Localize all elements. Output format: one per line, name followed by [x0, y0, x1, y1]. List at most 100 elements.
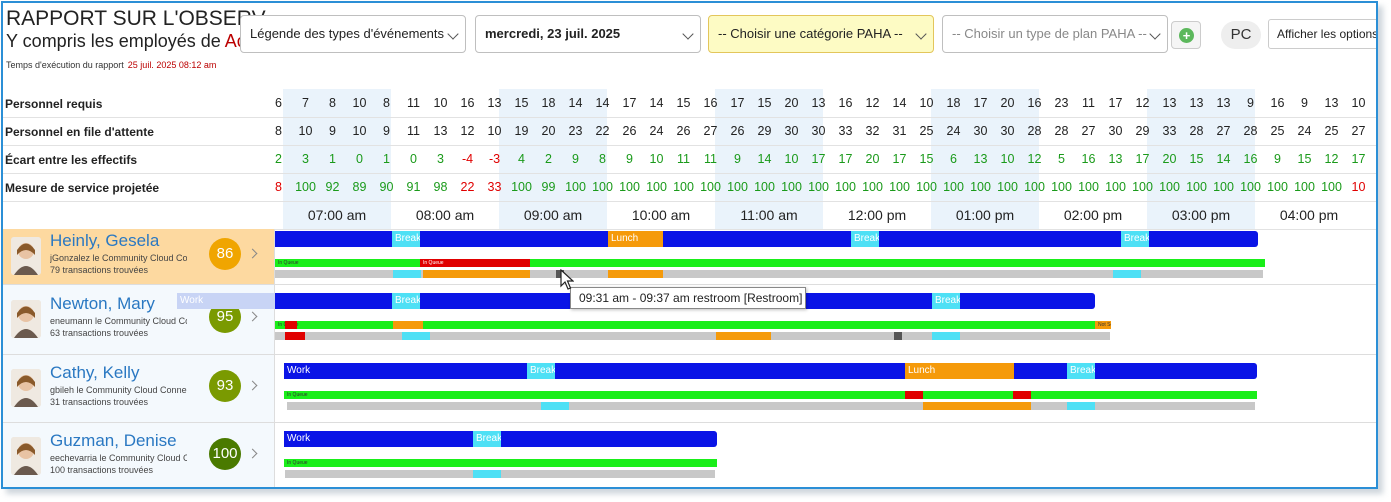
metric-cell-gap: 9 — [572, 152, 579, 166]
metric-cell-in-queue: 24 — [946, 124, 961, 138]
metric-cell-required: 17 — [973, 96, 988, 110]
metric-cell-service: 100 — [700, 180, 721, 194]
agent-row[interactable]: Guzman, Denise eechevarria le Community C… — [3, 423, 1376, 487]
metric-cell-required: 17 — [730, 96, 745, 110]
add-button[interactable]: + — [1171, 21, 1201, 49]
metric-cell-required: 17 — [622, 96, 637, 110]
paha-plan-select[interactable]: -- Choisir un type de plan PAHA -- — [942, 15, 1168, 53]
metric-cell-in-queue: 29 — [757, 124, 772, 138]
metric-cell-required: 16 — [1270, 96, 1285, 110]
metric-cell-gap: 12 — [1027, 152, 1042, 166]
metric-cell-required: 14 — [568, 96, 583, 110]
agent-transactions: 31 transactions trouvées — [50, 397, 149, 407]
timeline-segment-break[interactable]: Break — [392, 231, 420, 247]
timeline-segment-out-of_queue[interactable]: In Queue — [420, 259, 530, 267]
metric-cell-gap: 16 — [1081, 152, 1096, 166]
chevron-right-icon[interactable] — [247, 248, 258, 259]
event-legend-select[interactable]: Légende des types d'événements — [240, 15, 466, 53]
timeline-segment-break[interactable]: Break — [527, 363, 555, 379]
timeline-segment-worklight[interactable]: Work — [177, 293, 275, 309]
metric-cell-in-queue: 27 — [703, 124, 718, 138]
chevron-right-icon[interactable] — [247, 311, 258, 322]
timeline-segment-lunch[interactable] — [423, 270, 530, 278]
paha-category-value: -- Choisir une catégorie PAHA -- — [718, 26, 903, 41]
chevron-right-icon[interactable] — [247, 448, 258, 459]
metric-cell-service: 100 — [511, 180, 532, 194]
date-select[interactable]: mercredi, 23 juil. 2025 — [475, 15, 701, 53]
timeline-segment-lunch[interactable]: Lunch — [608, 231, 663, 247]
agent-name[interactable]: Cathy, Kelly — [50, 363, 139, 383]
agent-name[interactable]: Guzman, Denise — [50, 431, 177, 451]
metric-cell-service: 99 — [541, 180, 556, 194]
timeline-segment-out-of_queue[interactable] — [285, 321, 297, 329]
agent-name[interactable]: Heinly, Gesela — [50, 231, 159, 251]
timeline-segment-lunch[interactable] — [608, 270, 663, 278]
agent-name[interactable]: Newton, Mary — [50, 294, 155, 314]
metric-cell-service: 98 — [433, 180, 448, 194]
metric-cell-required: 15 — [676, 96, 691, 110]
chevron-down-icon — [915, 28, 927, 40]
agent-card[interactable]: Guzman, Denise eechevarria le Community C… — [3, 423, 275, 487]
timeline-segment-break[interactable] — [541, 402, 569, 410]
agent-card[interactable]: Heinly, Gesela jGonzalez le Community Clo… — [3, 229, 275, 284]
timeline-segment-break[interactable]: Break — [473, 431, 501, 447]
timeline-segment-work[interactable] — [275, 231, 1258, 247]
timeline-segment-break[interactable] — [473, 470, 501, 478]
timeline-segment-break[interactable] — [402, 332, 430, 340]
timeline-segment-lunch[interactable] — [923, 402, 1031, 410]
metric-cell-service: 100 — [1240, 180, 1261, 194]
chevron-right-icon[interactable] — [247, 380, 258, 391]
metric-label: Écart entre les effectifs — [5, 153, 138, 167]
metric-cell-in-queue: 32 — [865, 124, 880, 138]
metric-cell-in-queue: 9 — [329, 124, 336, 138]
metric-cell-gap: 17 — [892, 152, 907, 166]
row-divider — [3, 117, 1376, 118]
paha-category-select[interactable]: -- Choisir une catégorie PAHA -- — [708, 15, 934, 53]
timeline-segment-out-of_queue[interactable] — [1013, 391, 1031, 399]
timeline-segment-activity[interactable] — [287, 402, 1255, 410]
timeline-segment-break[interactable] — [1113, 270, 1141, 278]
timeline-segment-out-of_queue[interactable] — [285, 332, 305, 340]
timeline-segment-dark[interactable] — [894, 332, 902, 340]
metric-cell-in-queue: 20 — [541, 124, 556, 138]
timeline-segment-break[interactable]: Break — [1121, 231, 1149, 247]
metric-cell-service: 100 — [1024, 180, 1045, 194]
timeline-segment-break[interactable] — [1067, 402, 1095, 410]
metric-cell-gap: 11 — [704, 152, 717, 166]
timeline-segment-break[interactable]: Break — [932, 293, 960, 309]
timeline-segment-lunch[interactable] — [393, 321, 423, 329]
show-options-button[interactable]: Afficher les options — [1268, 19, 1376, 49]
score-badge: 93 — [209, 370, 241, 402]
timeline-segment-activity[interactable] — [275, 332, 1110, 340]
chevron-down-icon — [447, 28, 459, 40]
metric-cell-gap: 5 — [1058, 152, 1065, 166]
metric-cell-service: 100 — [1105, 180, 1126, 194]
timeline-segment-break[interactable] — [393, 270, 421, 278]
metric-cell-required: 7 — [302, 96, 309, 110]
timeline-segment-lunch[interactable]: Not Sch — [1095, 321, 1111, 329]
timeline-segment-break[interactable]: Break — [1067, 363, 1095, 379]
timeline-segment-break[interactable]: Break — [851, 231, 879, 247]
hour-label: 02:00 pm — [1063, 207, 1123, 223]
timeline-segment-in-queue[interactable]: In Queue — [284, 391, 1257, 399]
timeline-segment-lunch[interactable]: Lunch — [905, 363, 1014, 379]
agent-card[interactable]: Cathy, Kelly gbileh le Community Cloud Co… — [3, 355, 275, 422]
metric-cell-service: 100 — [889, 180, 910, 194]
metric-cell-service: 92 — [325, 180, 340, 194]
metric-cell-required: 16 — [703, 96, 718, 110]
timeline-segment-out-of_queue[interactable] — [905, 391, 923, 399]
avatar — [11, 237, 41, 275]
timeline-segment-work[interactable]: Work — [284, 363, 1257, 379]
timeline-segment-lunch[interactable] — [716, 332, 771, 340]
metric-cell-required: 14 — [595, 96, 610, 110]
metric-cell-in-queue: 24 — [649, 124, 664, 138]
agent-row[interactable]: Heinly, Gesela jGonzalez le Community Clo… — [3, 229, 1376, 285]
timeline-segment-in-queue[interactable]: In Queue — [284, 459, 717, 467]
agent-row[interactable]: Cathy, Kelly gbileh le Community Cloud Co… — [3, 355, 1376, 423]
pc-badge[interactable]: PC — [1221, 21, 1261, 49]
timeline-segment-break[interactable]: Break — [392, 293, 420, 309]
timeline-segment-break[interactable] — [932, 332, 960, 340]
metric-cell-required: 10 — [433, 96, 448, 110]
metric-cell-gap: 17 — [838, 152, 853, 166]
metric-cell-gap: 8 — [599, 152, 606, 166]
